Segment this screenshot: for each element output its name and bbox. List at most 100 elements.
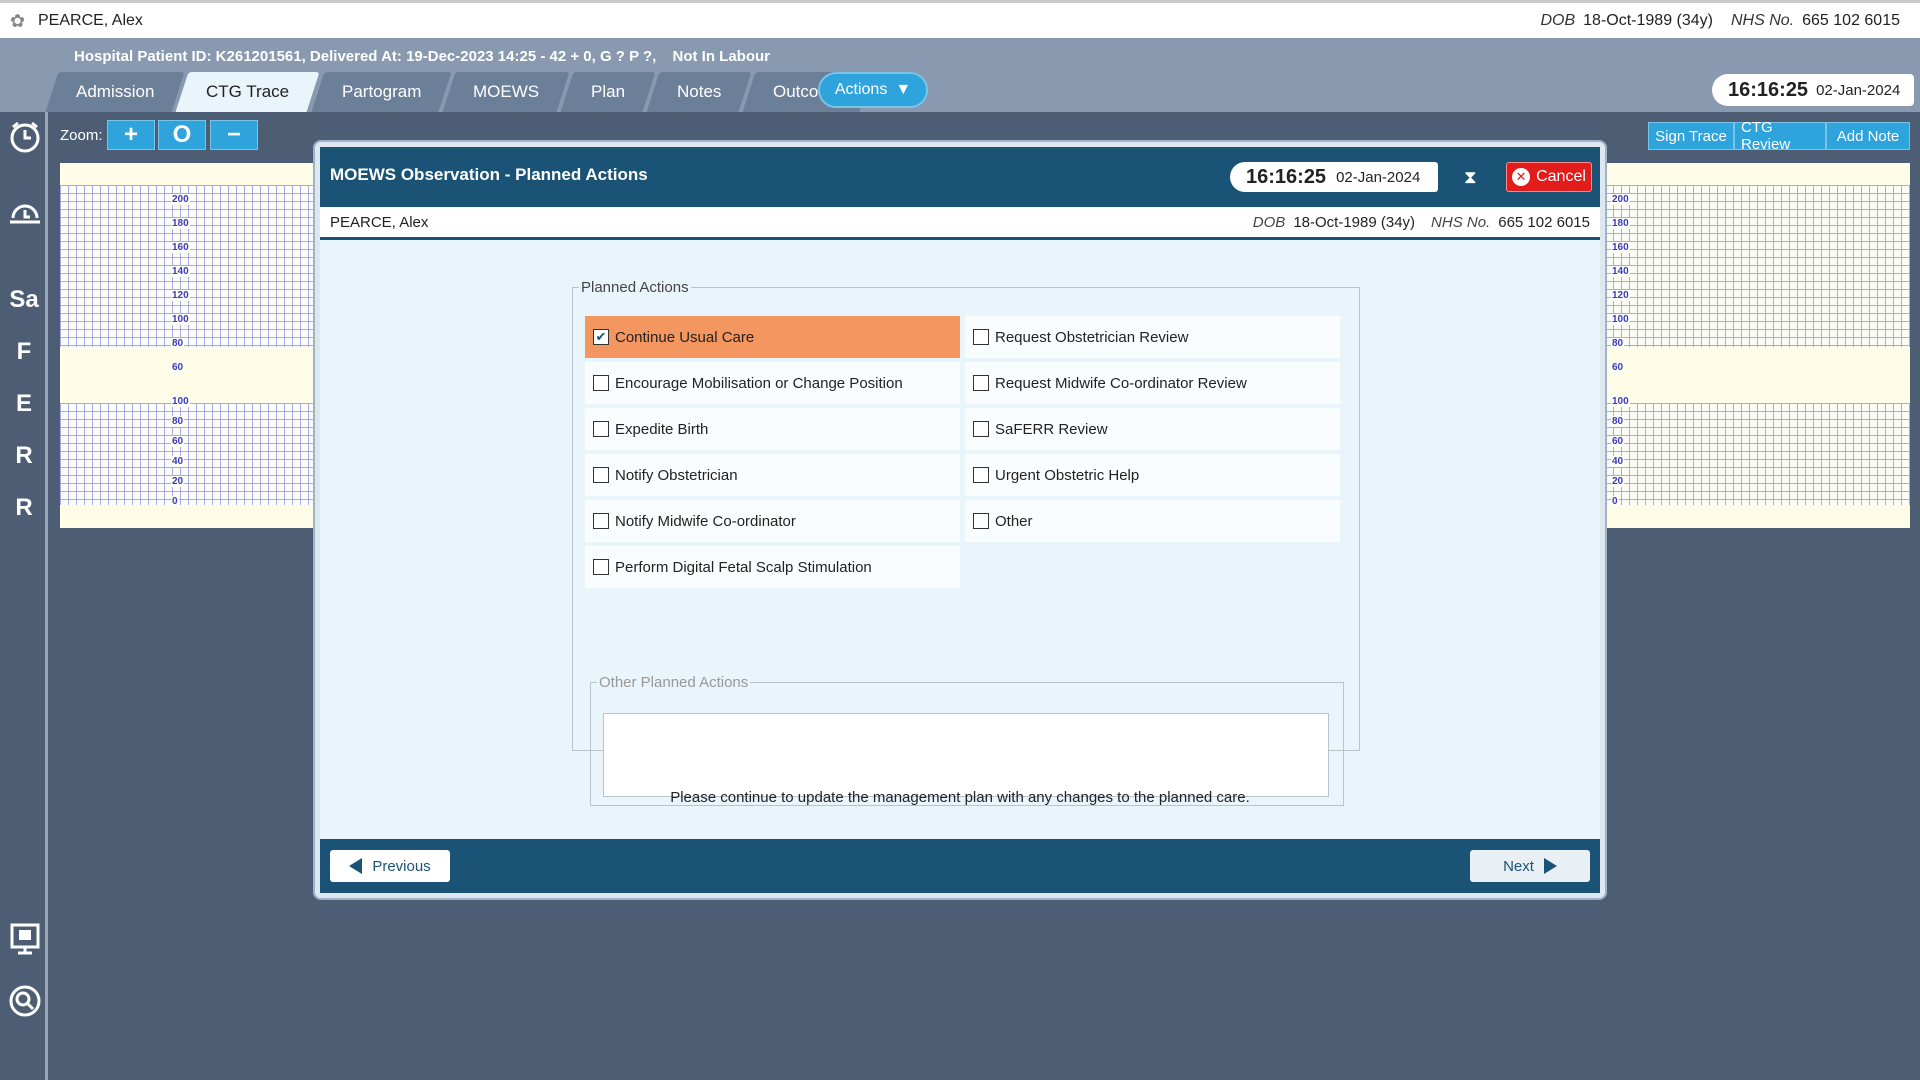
toco-tick-label: 80 <box>1611 416 1625 427</box>
sidebar-item-f[interactable]: F <box>0 338 48 366</box>
tab-label: CTG Trace <box>206 82 290 101</box>
planned-action-label: Other <box>995 512 1033 530</box>
dob-value: 18-Oct-1989 (34y) <box>1293 213 1416 231</box>
arrow-left-icon <box>349 858 363 874</box>
fhr-tick-label: 100 <box>1611 314 1630 325</box>
planned-action-option[interactable]: Perform Digital Fetal Scalp Stimulation <box>585 546 960 588</box>
actions-label: Actions <box>834 81 888 98</box>
other-planned-actions-input[interactable] <box>603 713 1329 797</box>
sidebar-item-e[interactable]: E <box>0 390 48 418</box>
cancel-button[interactable]: ✕ Cancel <box>1506 162 1592 192</box>
checkbox-icon[interactable] <box>593 375 609 391</box>
fhr-tick-label: 160 <box>1611 242 1630 253</box>
checkbox-icon[interactable] <box>973 329 989 345</box>
patient-banner: ✿ PEARCE, Alex DOB 18-Oct-1989 (34y) NHS… <box>0 0 1920 38</box>
labour-status: Not In Labour <box>672 48 771 65</box>
alarm-clock-icon[interactable] <box>8 120 42 154</box>
nhs-value: 665 102 6015 <box>1498 213 1590 231</box>
planned-action-label: Encourage Mobilisation or Change Positio… <box>615 374 903 392</box>
fhr-tick-label: 180 <box>171 218 190 229</box>
history-clock-icon[interactable] <box>8 198 42 232</box>
planned-action-option[interactable]: Request Midwife Co-ordinator Review <box>965 362 1340 404</box>
sidebar-item-sa[interactable]: Sa <box>0 286 48 314</box>
cancel-label: Cancel <box>1536 168 1586 185</box>
header: Hospital Patient ID: K261201561, Deliver… <box>0 38 1920 112</box>
planned-action-option[interactable]: Request Obstetrician Review <box>965 316 1340 358</box>
zoom-in-button[interactable]: + <box>107 120 155 150</box>
tab-label: Notes <box>677 82 722 101</box>
sidebar-item-r2[interactable]: R <box>0 494 48 522</box>
tab-label: MOEWS <box>472 82 540 101</box>
ctg-trace-right: 200 180 160 140 120 100 80 60 100 80 60 40 20 0 <box>1605 163 1910 528</box>
fhr-tick-label: 80 <box>1611 338 1625 349</box>
dob-label: DOB <box>1252 213 1286 231</box>
tab-plan[interactable]: Plan <box>560 72 656 112</box>
planned-action-option[interactable]: SaFERR Review <box>965 408 1340 450</box>
hospital-patient-info: Hospital Patient ID: K261201561, Deliver… <box>74 48 782 65</box>
fhr-tick-label: 60 <box>1611 362 1625 373</box>
checkbox-icon[interactable] <box>973 421 989 437</box>
tab-partogram[interactable]: Partogram <box>311 72 452 112</box>
fhr-tick-label: 180 <box>1611 218 1630 229</box>
sidebar-item-r1[interactable]: R <box>0 442 48 470</box>
checkbox-icon[interactable] <box>593 513 609 529</box>
logo-icon: ✿ <box>10 10 26 31</box>
tab-label: Plan <box>591 82 626 101</box>
planned-action-option[interactable]: Encourage Mobilisation or Change Positio… <box>585 362 960 404</box>
planned-action-option[interactable]: Notify Obstetrician <box>585 454 960 496</box>
sign-trace-button[interactable]: Sign Trace <box>1648 122 1734 150</box>
planned-action-option[interactable]: Urgent Obstetric Help <box>965 454 1340 496</box>
previous-button[interactable]: Previous <box>330 850 450 882</box>
clock-date: 02-Jan-2024 <box>1816 81 1901 99</box>
tab-ctg-trace[interactable]: CTG Trace <box>175 72 321 112</box>
dialog-patient-identifiers: DOB 18-Oct-1989 (34y) NHS No. 665 102 60… <box>1253 214 1590 231</box>
toco-tick-label: 100 <box>171 396 190 407</box>
checkbox-icon[interactable] <box>593 467 609 483</box>
fhr-tick-label: 120 <box>1611 290 1630 301</box>
actions-dropdown-button[interactable]: Actions ▼ <box>818 72 928 108</box>
tab-admission[interactable]: Admission <box>45 72 185 112</box>
next-button[interactable]: Next <box>1470 850 1590 882</box>
checkbox-icon[interactable] <box>593 559 609 575</box>
fhr-tick-label: 100 <box>171 314 190 325</box>
checkbox-checked-icon[interactable]: ✔ <box>593 329 609 345</box>
dialog-clock-time: 16:16:25 <box>1246 165 1327 188</box>
planned-actions-dialog: MOEWS Observation - Planned Actions 16:1… <box>315 142 1605 898</box>
tab-label: Partogram <box>341 82 421 101</box>
zoom-out-button[interactable]: − <box>210 120 258 150</box>
ctg-review-button[interactable]: CTG Review <box>1734 119 1826 153</box>
zoom-reset-button[interactable]: O <box>158 120 206 150</box>
planned-action-option[interactable]: Expedite Birth <box>585 408 960 450</box>
checkbox-icon[interactable] <box>973 513 989 529</box>
hospital-id: Hospital Patient ID: K261201561, Deliver… <box>74 48 657 65</box>
chevron-down-icon: ▼ <box>895 81 912 98</box>
planned-action-label: Notify Obstetrician <box>615 466 738 484</box>
toco-tick-label: 20 <box>171 476 185 487</box>
arrow-right-icon <box>1543 858 1557 874</box>
planned-action-option[interactable]: ✔ Continue Usual Care <box>585 316 960 358</box>
ctg-trace-left: 200 180 160 140 120 100 80 60 100 80 60 40 20 0 <box>60 163 320 528</box>
search-icon[interactable] <box>8 984 42 1018</box>
checkbox-icon[interactable] <box>973 467 989 483</box>
tab-notes[interactable]: Notes <box>646 72 752 112</box>
tab-moews[interactable]: MOEWS <box>442 72 570 112</box>
dialog-footer: Previous Next <box>320 839 1600 893</box>
collapse-icon[interactable]: ⧗ <box>1464 167 1477 188</box>
dob-label: DOB <box>1540 11 1576 29</box>
dialog-clock[interactable]: 16:16:25 02-Jan-2024 <box>1230 162 1438 192</box>
monitor-icon[interactable] <box>8 922 42 956</box>
checkbox-icon[interactable] <box>973 375 989 391</box>
planned-action-option[interactable]: Other <box>965 500 1340 542</box>
planned-action-option[interactable]: Notify Midwife Co-ordinator <box>585 500 960 542</box>
planned-actions-group: Planned Actions ✔ Continue Usual Care Requ… <box>572 279 1360 806</box>
add-note-button[interactable]: Add Note <box>1826 122 1910 150</box>
fhr-grid <box>60 185 320 347</box>
toco-tick-label: 60 <box>171 436 185 447</box>
planned-action-label: Expedite Birth <box>615 420 709 438</box>
tab-bar: Admission CTG Trace Partogram MOEWS Plan… <box>45 72 873 112</box>
toco-tick-label: 40 <box>1611 456 1625 467</box>
planned-actions-legend: Planned Actions <box>581 279 689 296</box>
checkbox-icon[interactable] <box>593 421 609 437</box>
toco-tick-label: 0 <box>171 496 179 507</box>
left-sidebar: Sa F E R R <box>0 112 48 1080</box>
